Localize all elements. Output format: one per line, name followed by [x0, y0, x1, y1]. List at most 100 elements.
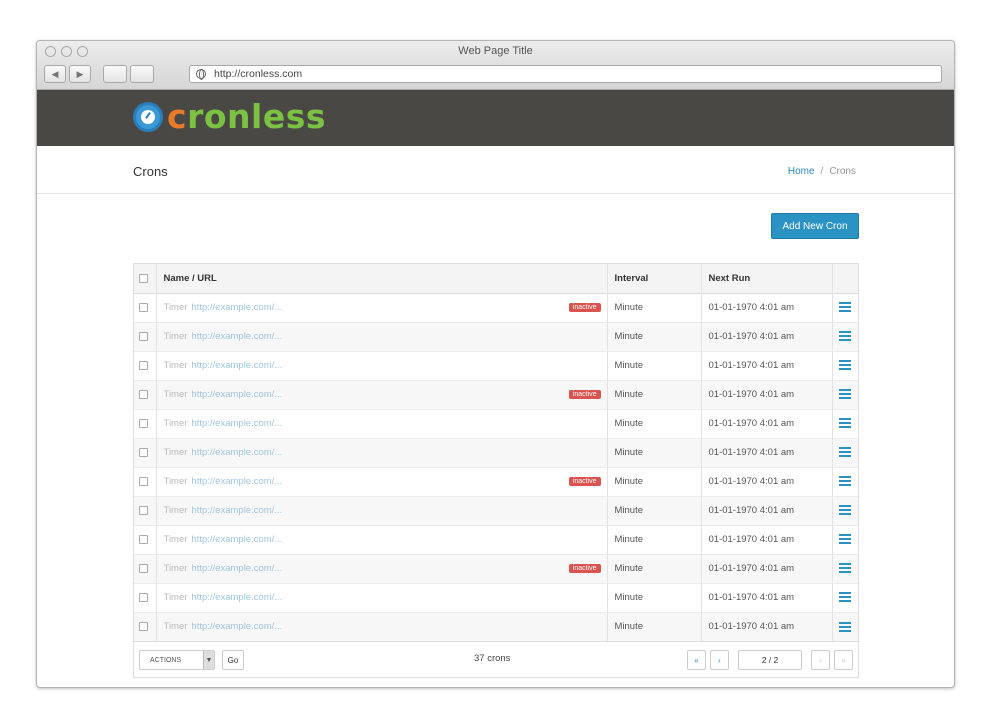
- column-header-interval[interactable]: Interval: [607, 264, 702, 294]
- cron-url-link[interactable]: http://example.com/...: [191, 505, 282, 516]
- row-select-cell: [134, 292, 157, 322]
- table-row: Timer http://example.com/... inactive Min…: [134, 292, 858, 322]
- breadcrumb: Home / Crons: [788, 166, 856, 177]
- cron-url-link[interactable]: http://example.com/...: [191, 447, 282, 458]
- breadcrumb-home-link[interactable]: Home: [788, 166, 815, 177]
- site-header: cronless: [37, 90, 954, 146]
- name-url-cell: Timer http://example.com/...: [156, 350, 608, 380]
- table-row: Timer http://example.com/... inactive Min…: [134, 553, 858, 583]
- row-actions-cell: [832, 524, 858, 554]
- cron-url-link[interactable]: http://example.com/...: [191, 389, 282, 400]
- toolbar-button-2[interactable]: [130, 65, 154, 83]
- next-run-cell: 01-01-1970 4:01 am: [701, 582, 833, 612]
- menu-icon[interactable]: [839, 534, 852, 545]
- interval-cell: Minute: [607, 582, 702, 612]
- row-select-cell: [134, 553, 157, 583]
- status-badge: inactive: [568, 476, 601, 486]
- menu-icon[interactable]: [839, 592, 852, 603]
- row-checkbox[interactable]: [139, 418, 148, 428]
- address-bar[interactable]: http://cronless.com: [189, 65, 942, 83]
- previous-page-button[interactable]: ‹: [710, 650, 729, 670]
- page-header: Crons Home / Crons: [37, 146, 954, 194]
- menu-icon[interactable]: [839, 331, 852, 342]
- next-run-cell: 01-01-1970 4:01 am: [701, 379, 833, 409]
- row-actions-cell: [832, 350, 858, 380]
- menu-icon[interactable]: [839, 360, 852, 371]
- cron-url-link[interactable]: http://example.com/...: [191, 302, 282, 313]
- row-checkbox[interactable]: [139, 302, 148, 312]
- row-select-cell: [134, 611, 157, 641]
- logo-text: cronless: [167, 97, 326, 136]
- row-select-cell: [134, 379, 157, 409]
- name-url-cell: Timer http://example.com/...: [156, 321, 608, 351]
- interval-cell: Minute: [607, 495, 702, 525]
- forward-button[interactable]: ▶: [69, 65, 91, 83]
- cron-name: Timer: [163, 302, 188, 313]
- toolbar-button-1[interactable]: [103, 65, 127, 83]
- table-row: Timer http://example.com/... inactive Min…: [134, 466, 858, 496]
- row-checkbox[interactable]: [139, 592, 148, 602]
- go-button[interactable]: Go: [222, 650, 244, 670]
- cron-name: Timer: [163, 505, 188, 516]
- cron-url-link[interactable]: http://example.com/...: [191, 563, 282, 574]
- menu-icon[interactable]: [839, 418, 852, 429]
- table-header-row: Name / URL Interval Next Run: [134, 264, 858, 294]
- row-actions-cell: [832, 321, 858, 351]
- row-checkbox[interactable]: [139, 389, 148, 399]
- status-badge: inactive: [568, 389, 601, 399]
- interval-cell: Minute: [607, 611, 702, 641]
- cron-url-link[interactable]: http://example.com/...: [191, 592, 282, 603]
- cron-url-link[interactable]: http://example.com/...: [191, 621, 282, 632]
- cron-url-link[interactable]: http://example.com/...: [191, 418, 282, 429]
- table-row: Timer http://example.com/... Minute 01-01…: [134, 350, 858, 380]
- cron-name: Timer: [163, 360, 188, 371]
- row-checkbox[interactable]: [139, 331, 148, 341]
- row-checkbox[interactable]: [139, 622, 148, 632]
- menu-icon[interactable]: [839, 505, 852, 516]
- row-checkbox[interactable]: [139, 447, 148, 457]
- name-url-cell: Timer http://example.com/... inactive: [156, 379, 608, 409]
- row-checkbox[interactable]: [139, 476, 148, 486]
- next-page-button[interactable]: ›: [811, 650, 830, 670]
- menu-icon[interactable]: [839, 563, 852, 574]
- cron-url-link[interactable]: http://example.com/...: [191, 331, 282, 342]
- row-checkbox[interactable]: [139, 563, 148, 573]
- row-checkbox[interactable]: [139, 505, 148, 515]
- bulk-actions-select[interactable]: ACTIONS ▼: [139, 650, 215, 670]
- bulk-actions-label: ACTIONS: [150, 656, 182, 664]
- status-badge: inactive: [568, 563, 601, 573]
- first-page-button[interactable]: «: [687, 650, 706, 670]
- browser-window: Web Page Title ◀ ▶ http://cronless.com c…: [36, 40, 955, 688]
- row-select-cell: [134, 408, 157, 438]
- name-url-cell: Timer http://example.com/...: [156, 524, 608, 554]
- menu-icon[interactable]: [839, 389, 852, 400]
- column-header-name[interactable]: Name / URL: [156, 264, 608, 294]
- cron-name: Timer: [163, 563, 188, 574]
- interval-cell: Minute: [607, 350, 702, 380]
- add-new-cron-button[interactable]: Add New Cron: [771, 213, 859, 239]
- column-header-next-run[interactable]: Next Run: [701, 264, 833, 294]
- name-url-cell: Timer http://example.com/...: [156, 611, 608, 641]
- back-button[interactable]: ◀: [44, 65, 66, 83]
- next-run-cell: 01-01-1970 4:01 am: [701, 350, 833, 380]
- navigation-buttons: ◀ ▶: [44, 65, 154, 83]
- cron-url-link[interactable]: http://example.com/...: [191, 476, 282, 487]
- menu-icon[interactable]: [839, 302, 852, 313]
- row-checkbox[interactable]: [139, 534, 148, 544]
- menu-icon[interactable]: [839, 476, 852, 487]
- menu-icon[interactable]: [839, 447, 852, 458]
- select-all-checkbox[interactable]: [139, 273, 148, 283]
- cron-name: Timer: [163, 621, 188, 633]
- menu-icon[interactable]: [839, 621, 852, 632]
- globe-icon: [196, 69, 206, 80]
- cronless-logo[interactable]: cronless: [133, 100, 326, 133]
- name-url-cell: Timer http://example.com/... inactive: [156, 466, 608, 496]
- cron-url-link[interactable]: http://example.com/...: [191, 360, 282, 371]
- interval-cell: Minute: [607, 321, 702, 351]
- table-row: Timer http://example.com/... inactive Min…: [134, 379, 858, 409]
- row-checkbox[interactable]: [139, 360, 148, 370]
- table-row: Timer http://example.com/... Minute 01-01…: [134, 321, 858, 351]
- last-page-button[interactable]: »: [834, 650, 853, 670]
- next-run-cell: 01-01-1970 4:01 am: [701, 495, 833, 525]
- cron-url-link[interactable]: http://example.com/...: [191, 534, 282, 545]
